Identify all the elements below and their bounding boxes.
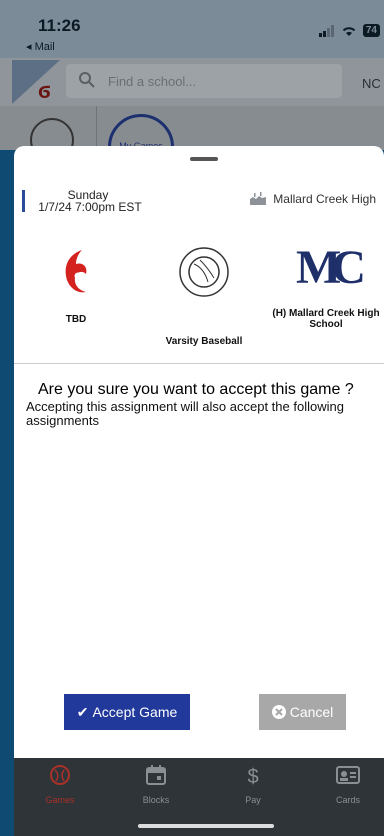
sport-name: Varsity Baseball (165, 336, 243, 347)
search-input[interactable]: Find a school... (66, 64, 342, 98)
accept-game-sheet: Sunday 1/7/24 7:00pm EST Mallard Creek H… (14, 146, 384, 758)
venue: Mallard Creek High (249, 192, 376, 206)
away-team-name: TBD (65, 314, 87, 325)
away-team-logo (44, 246, 108, 298)
checkmark-icon: ✔ (76, 703, 89, 720)
home-team-logo: MC (268, 238, 384, 298)
sport: Varsity Baseball (144, 246, 264, 347)
accent-bar (22, 190, 25, 212)
away-team: TBD (44, 246, 108, 325)
cancel-label: Cancel (289, 704, 334, 720)
teams-row: TBD Varsity Baseball MC (H) Mallard Cree… (14, 236, 384, 351)
close-circle-icon (271, 705, 286, 719)
accept-game-button[interactable]: ✔ Accept Game (64, 694, 190, 730)
baseball-icon (50, 765, 70, 785)
app-header: ϭ Find a school... NC (0, 58, 384, 106)
section-divider (14, 363, 384, 364)
state-selector[interactable]: NC (362, 76, 381, 91)
status-icons: 74 (318, 24, 380, 37)
tab-label: Blocks (142, 795, 170, 805)
tab-cards[interactable]: Cards (318, 764, 378, 805)
cancel-button[interactable]: Cancel (259, 694, 346, 730)
home-team-name: (H) Mallard Creek High School (272, 308, 380, 330)
game-header: Sunday 1/7/24 7:00pm EST Mallard Creek H… (14, 184, 384, 224)
tab-pay[interactable]: $ Pay (223, 764, 283, 805)
dollar-icon: $ (247, 766, 258, 788)
back-to-app-link[interactable]: ◂ Mail (26, 40, 55, 53)
baseball-icon (179, 247, 229, 297)
brand-swirl-icon: ϭ (38, 78, 51, 103)
tab-label: Pay (245, 795, 261, 805)
sheet-grabber[interactable] (190, 157, 218, 161)
accept-game-label: Accept Game (92, 704, 178, 720)
confirm-title: Are you sure you want to accept this gam… (38, 381, 354, 398)
tab-games[interactable]: Games (30, 764, 90, 805)
signal-icon (318, 24, 334, 37)
filter-divider (96, 106, 97, 150)
wifi-icon (342, 26, 356, 36)
home-team: MC (H) Mallard Creek High School (268, 238, 384, 331)
status-time: 11:26 (38, 16, 81, 35)
game-datetime: 1/7/24 7:00pm EST (38, 200, 142, 214)
venue-name: Mallard Creek High (273, 192, 376, 206)
sport-icon (144, 246, 264, 298)
search-placeholder: Find a school... (108, 74, 197, 89)
hurricane-logo-icon (65, 250, 87, 293)
tab-blocks[interactable]: Blocks (126, 764, 186, 805)
stadium-icon (250, 192, 267, 205)
status-bar: 11:26 ◂ Mail 74 (0, 0, 384, 58)
home-team-logo-text: MC (296, 241, 366, 294)
svg-text:$: $ (247, 766, 258, 786)
tab-bar: Games Blocks $ Pay Cards (14, 758, 384, 836)
battery-indicator: 74 (362, 24, 380, 37)
search-icon (79, 72, 95, 88)
confirm-body: Accepting this assignment will also acce… (26, 399, 344, 428)
tab-label: Cards (335, 795, 360, 805)
id-card-icon (336, 766, 360, 784)
calendar-icon (146, 765, 166, 785)
filter-strip: My Games (0, 106, 384, 180)
tab-label: Games (45, 795, 75, 805)
home-indicator (138, 824, 274, 828)
brand-logo (12, 60, 60, 104)
